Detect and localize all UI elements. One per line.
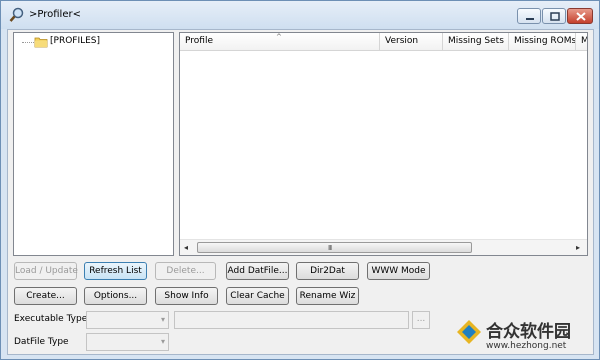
delete-button[interactable]: Delete... xyxy=(155,262,216,280)
scroll-grip: III xyxy=(328,244,332,252)
options-button[interactable]: Options... xyxy=(84,287,147,305)
tree-item-profiles[interactable]: [PROFILES] xyxy=(50,36,100,46)
sort-ascending-icon: ^ xyxy=(276,33,282,41)
executable-path-field[interactable] xyxy=(174,311,409,329)
show-info-button[interactable]: Show Info xyxy=(155,287,218,305)
chevron-down-icon: ▾ xyxy=(160,337,165,346)
scroll-right-icon[interactable]: ▸ xyxy=(576,243,580,252)
window-title: >Profiler< xyxy=(29,9,81,20)
client-area: [PROFILES] Profile ^ Version Missing Set… xyxy=(7,29,594,355)
add-datfile-button[interactable]: Add DatFile... xyxy=(226,262,289,280)
hezhong-logo-icon xyxy=(456,319,482,345)
column-version[interactable]: Version xyxy=(380,33,443,50)
maximize-button[interactable] xyxy=(542,8,566,24)
dir2dat-button[interactable]: Dir2Dat xyxy=(296,262,359,280)
maximize-icon xyxy=(550,12,560,21)
create-button[interactable]: Create... xyxy=(14,287,77,305)
close-button[interactable] xyxy=(567,8,593,24)
watermark-text: 合众软件园 xyxy=(486,322,571,342)
refresh-list-button[interactable]: Refresh List xyxy=(84,262,147,280)
site-watermark: 合众软件园 www.hezhong.net xyxy=(456,317,596,357)
executable-type-select[interactable]: ▾ xyxy=(86,311,169,329)
chevron-down-icon: ▾ xyxy=(160,315,165,324)
executable-type-label: Executable Type xyxy=(14,314,88,324)
datfile-type-label: DatFile Type xyxy=(14,337,69,347)
scroll-left-icon[interactable]: ◂ xyxy=(184,243,188,252)
clear-cache-button[interactable]: Clear Cache xyxy=(226,287,289,305)
horizontal-scrollbar[interactable]: ◂ III ▸ xyxy=(180,239,587,255)
minimize-icon xyxy=(526,18,534,20)
folder-icon xyxy=(34,36,48,48)
column-truncated[interactable]: M xyxy=(576,33,587,50)
column-missing-roms[interactable]: Missing ROMs xyxy=(509,33,576,50)
title-bar: >Profiler< xyxy=(1,1,599,29)
load-update-button[interactable]: Load / Update xyxy=(14,262,78,280)
scroll-thumb[interactable]: III xyxy=(197,242,472,253)
datfile-type-select[interactable]: ▾ xyxy=(86,333,169,351)
main-window: >Profiler< [PROFILES] Profile ^ Version … xyxy=(0,0,600,360)
www-mode-button[interactable]: WWW Mode xyxy=(367,262,430,280)
profile-tree[interactable]: [PROFILES] xyxy=(13,32,174,256)
profile-list[interactable]: Profile ^ Version Missing Sets Missing R… xyxy=(179,32,588,256)
tree-connector xyxy=(22,42,34,43)
magnifier-icon xyxy=(9,7,25,23)
rename-wiz-button[interactable]: Rename Wiz xyxy=(296,287,359,305)
minimize-button[interactable] xyxy=(517,8,541,24)
column-missing-sets[interactable]: Missing Sets xyxy=(443,33,509,50)
close-icon xyxy=(576,12,586,21)
watermark-url: www.hezhong.net xyxy=(486,341,567,351)
list-header: Profile ^ Version Missing Sets Missing R… xyxy=(180,33,587,51)
browse-button[interactable]: ... xyxy=(412,311,430,329)
